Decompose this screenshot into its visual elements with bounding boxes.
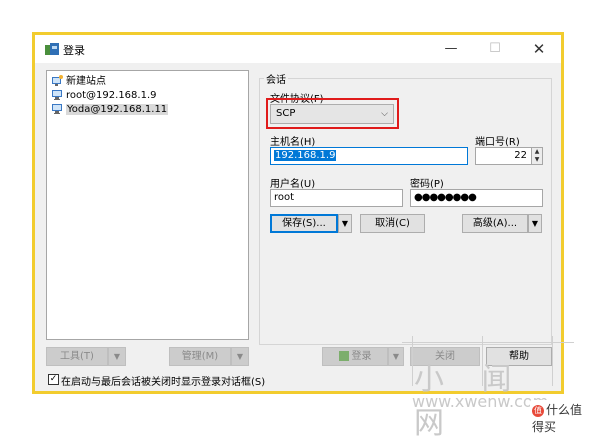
dropdown-arrow-icon: ▼ [113,352,121,361]
close-window-button[interactable]: ✕ [517,35,561,63]
site-item-root[interactable]: root@192.168.1.9 [51,89,156,103]
username-value: root [274,192,295,203]
new-site-icon [52,75,63,86]
advanced-button[interactable]: 高级(A)... [462,214,528,233]
password-input[interactable]: ●●●●●●●● [410,189,543,207]
advanced-dropdown-button[interactable]: ▼ [528,214,542,233]
save-button[interactable]: 保存(S)... [270,214,338,233]
help-button[interactable]: 帮助 [486,347,552,366]
winscp-app-icon [45,43,59,55]
dropdown-arrow-icon: ▼ [341,219,349,228]
close-button[interactable]: 关闭 [410,347,480,366]
monitor-icon [52,90,62,100]
login-label: 登录 [351,351,372,362]
show-login-checkbox[interactable]: ✓ [48,374,59,385]
site-label: root@192.168.1.9 [66,90,157,101]
brand-logo-icon: 值 [532,404,544,417]
highlight-annotation [266,98,399,129]
monitor-icon [52,104,62,114]
port-input[interactable]: 22 ▲ ▼ [475,147,543,165]
session-group-label: 会话 [264,71,288,86]
title-bar[interactable]: 登录 — ☐ ✕ [35,35,561,63]
brand-text: 什么值得买 [532,403,583,434]
site-item-new[interactable]: 新建站点 [51,75,106,89]
watermark-url: www.xwenw.com [412,392,549,411]
password-value: ●●●●●●●● [414,192,477,203]
dropdown-arrow-icon: ▼ [236,352,244,361]
save-dropdown-button[interactable]: ▼ [338,214,352,233]
site-tree[interactable]: 新建站点 root@192.168.1.9 Yoda@192.168.1.11 [46,70,249,340]
minimize-button[interactable]: — [429,35,473,63]
site-label: Yoda@192.168.1.11 [66,104,169,115]
port-value: 22 [514,150,527,161]
site-label: 新建站点 [66,76,106,87]
cancel-button[interactable]: 取消(C) [360,214,425,233]
tools-dropdown-button[interactable]: ▼ [108,347,126,366]
login-icon [338,351,349,361]
login-button[interactable]: 登录 [322,347,388,366]
manage-button[interactable]: 管理(M) [169,347,231,366]
maximize-button[interactable]: ☐ [473,35,517,63]
show-login-label: 在启动与最后会话被关闭时显示登录对话框(S) [61,377,266,388]
username-label: 用户名(U) [270,179,316,190]
port-spinner[interactable]: ▲ ▼ [531,148,542,164]
port-label: 端口号(R) [475,137,520,148]
host-input[interactable]: 192.168.1.9 [270,147,468,165]
host-value: 192.168.1.9 [274,150,337,161]
window-title: 登录 [63,44,85,57]
username-input[interactable]: root [270,189,403,207]
host-label: 主机名(H) [270,137,316,148]
manage-dropdown-button[interactable]: ▼ [231,347,249,366]
dropdown-arrow-icon: ▼ [392,352,400,361]
password-label: 密码(P) [410,179,444,190]
login-dropdown-button[interactable]: ▼ [388,347,404,366]
tools-button[interactable]: 工具(T) [46,347,108,366]
brand-badge: 值什么值得买 [530,400,592,436]
site-item-yoda[interactable]: Yoda@192.168.1.11 [51,103,169,117]
dropdown-arrow-icon: ▼ [531,219,539,228]
